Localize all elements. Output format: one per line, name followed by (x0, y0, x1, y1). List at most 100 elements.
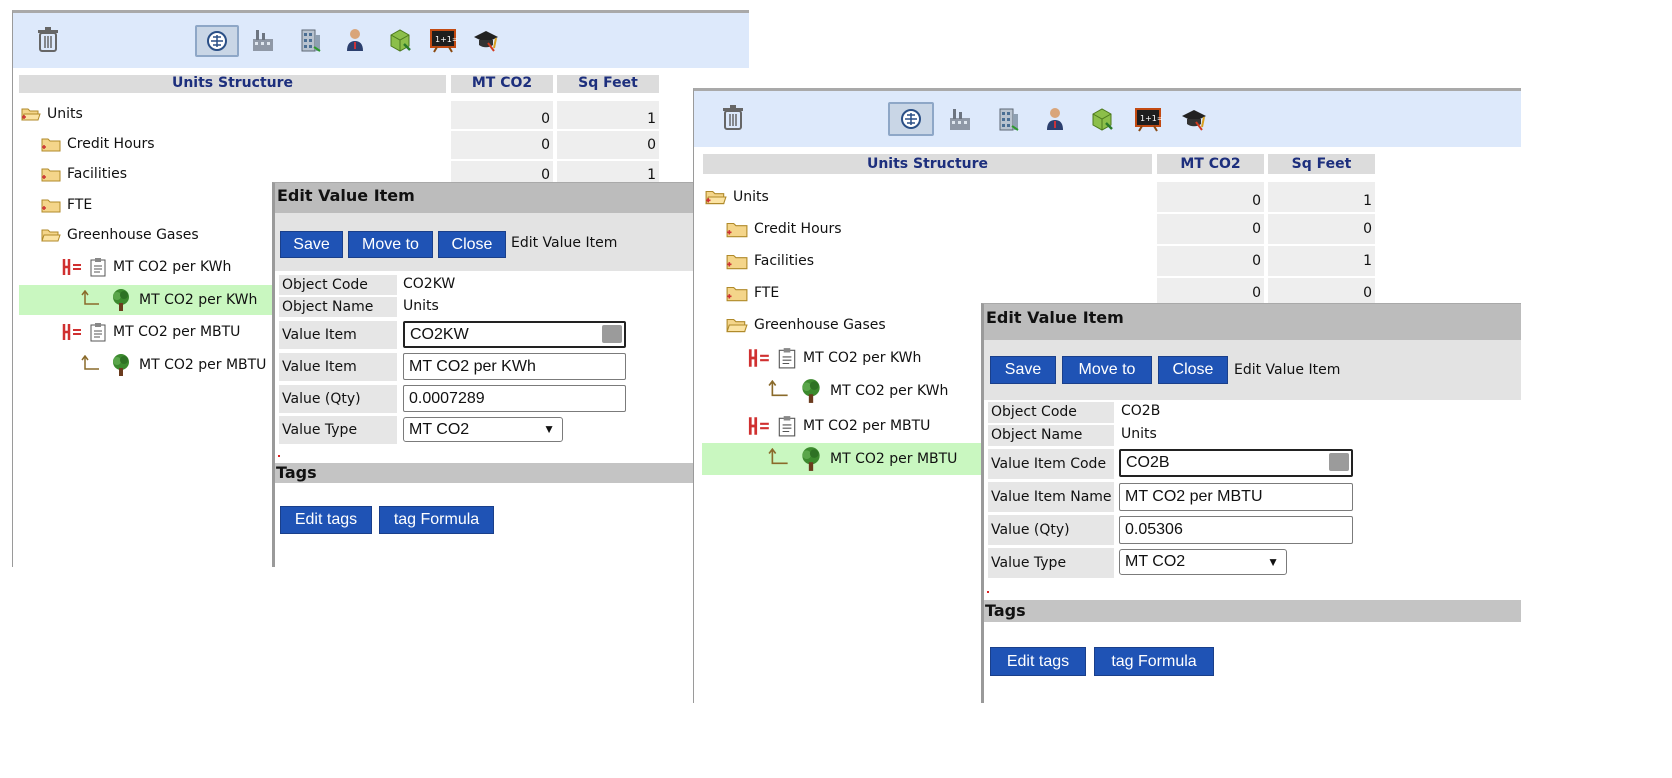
save-button[interactable]: Save (990, 356, 1056, 384)
clipboard-icon (90, 258, 106, 277)
tree-node-fte[interactable]: FTE (726, 281, 779, 305)
tree-node-units[interactable]: Units (705, 185, 769, 209)
tag-formula-button[interactable]: tag Formula (379, 506, 494, 534)
close-button[interactable]: Close (438, 231, 506, 258)
value-item-code-input[interactable]: CO2KW (403, 321, 626, 348)
box-icon[interactable] (385, 25, 415, 55)
tree-icon (113, 289, 129, 311)
tree-node-fte[interactable]: FTE (41, 194, 92, 216)
object-name-label: Object Name (279, 297, 397, 317)
edit-tags-button[interactable]: Edit tags (990, 647, 1086, 676)
column-header-mt-co2: MT CO2 (451, 75, 553, 93)
tree-node-facilities[interactable]: Facilities (726, 249, 814, 273)
cell-credit-hours-mt-co2: 0 (451, 131, 553, 159)
tree-label: Credit Hours (754, 221, 842, 237)
dialog-mode-label: Edit Value Item (1234, 362, 1341, 378)
building-icon[interactable] (993, 104, 1023, 134)
value-item-name-input[interactable]: MT CO2 per KWh (403, 353, 626, 380)
code-picker-icon[interactable] (602, 325, 622, 343)
tree-node-mt-co2-per-kwh[interactable]: MT CO2 per KWh (61, 255, 231, 279)
tree-node-facilities[interactable]: Facilities (41, 163, 127, 185)
factory-icon[interactable] (248, 25, 278, 55)
blackboard-icon[interactable]: 1+1=2 (1133, 104, 1163, 134)
column-header-mt-co2: MT CO2 (1157, 154, 1264, 174)
tree-icon (802, 447, 820, 471)
factory-icon[interactable] (945, 104, 975, 134)
move-to-button[interactable]: Move to (348, 231, 433, 258)
box-icon[interactable] (1087, 104, 1117, 134)
value-qty-label: Value (Qty) (988, 515, 1114, 545)
edit-tags-button[interactable]: Edit tags (280, 506, 372, 534)
graduation-cap-icon[interactable] (1179, 104, 1209, 134)
tree-node-mt-co2-per-mbtu-item-selected[interactable]: MT CO2 per MBTU (702, 443, 984, 475)
value-item-code-input[interactable]: CO2B (1119, 449, 1353, 477)
folder-open-icon (705, 190, 727, 205)
child-connector-icon (768, 448, 788, 465)
person-icon[interactable] (340, 25, 370, 55)
cell-units-sq-feet: 1 (1268, 182, 1375, 212)
value-item-code-label: Value Item Code (279, 321, 397, 371)
value-item-name-input[interactable]: MT CO2 per MBTU (1119, 483, 1353, 511)
edit-value-item-dialog: Edit Value Item Save Move to Close Edit … (272, 182, 749, 567)
tree-label: MT CO2 per MBTU (830, 451, 958, 467)
tree-node-mt-co2-per-mbtu-item[interactable]: MT CO2 per MBTU (81, 351, 266, 379)
value-item-code-text: CO2B (1126, 454, 1170, 471)
dialog-title: Edit Value Item (275, 183, 749, 213)
value-qty-input[interactable]: 0.0007289 (403, 385, 626, 412)
tree-node-mt-co2-per-mbtu[interactable]: MT CO2 per MBTU (61, 320, 240, 344)
value-type-select[interactable]: MT CO2 ▼ (403, 417, 563, 442)
svg-text:1+1=2: 1+1=2 (435, 35, 457, 44)
folder-icon (41, 199, 61, 213)
graduation-cap-icon[interactable] (471, 25, 501, 55)
child-connector-icon (81, 355, 99, 370)
tag-formula-button[interactable]: tag Formula (1094, 647, 1214, 676)
tree-view-icon[interactable] (195, 25, 239, 57)
cell-credit-hours-sq-feet: 0 (1268, 214, 1375, 244)
tree-node-mt-co2-per-kwh-item[interactable]: MT CO2 per KWh (768, 377, 948, 405)
hierarchy-icon (748, 417, 769, 435)
value-qty-input[interactable]: 0.05306 (1119, 516, 1353, 544)
move-to-button[interactable]: Move to (1062, 356, 1152, 384)
tree-label: MT CO2 per KWh (139, 292, 258, 308)
tree-label: Facilities (754, 253, 814, 269)
code-picker-icon[interactable] (1329, 453, 1349, 471)
tree-node-credit-hours[interactable]: Credit Hours (41, 133, 155, 155)
building-icon[interactable] (295, 25, 325, 55)
cell-units-mt-co2: 0 (451, 101, 553, 129)
tree-label: Credit Hours (67, 136, 155, 152)
tree-label: Units (47, 106, 83, 122)
dialog-title: Edit Value Item (984, 304, 1521, 340)
close-button[interactable]: Close (1158, 356, 1228, 384)
trash-icon[interactable] (718, 103, 748, 133)
folder-open-icon (41, 229, 61, 242)
tree-node-mt-co2-per-kwh[interactable]: MT CO2 per KWh (747, 345, 921, 371)
object-name-value: Units (1121, 426, 1157, 442)
tree-node-mt-co2-per-mbtu[interactable]: MT CO2 per MBTU (747, 413, 930, 439)
tree-label: MT CO2 per KWh (803, 350, 922, 366)
clipboard-icon (90, 323, 106, 342)
save-button[interactable]: Save (280, 231, 343, 258)
value-type-select[interactable]: MT CO2 ▼ (1119, 549, 1287, 575)
chevron-down-icon: ▼ (543, 422, 555, 436)
tree-node-credit-hours[interactable]: Credit Hours (726, 217, 842, 241)
cell-credit-hours-mt-co2: 0 (1157, 214, 1264, 244)
folder-icon (726, 222, 748, 238)
tree-node-greenhouse-gases[interactable]: Greenhouse Gases (726, 313, 886, 337)
tree-view-icon[interactable] (888, 102, 934, 136)
tree-icon (802, 379, 820, 403)
toolbar: 1+1=2 (13, 13, 749, 68)
value-item-name-label: Value Item Name (988, 482, 1114, 512)
column-header-sq-feet: Sq Feet (557, 75, 659, 93)
tree-label: FTE (67, 197, 93, 213)
tree-node-greenhouse-gases[interactable]: Greenhouse Gases (41, 224, 199, 246)
trash-icon[interactable] (33, 25, 63, 55)
marker-dot (987, 591, 989, 593)
right-panel: 1+1=2 Units Structure MT CO2 Sq Feet Uni… (693, 88, 1521, 703)
blackboard-icon[interactable]: 1+1=2 (428, 25, 458, 55)
cell-fte-mt-co2: 0 (1157, 278, 1264, 303)
person-icon[interactable] (1040, 104, 1070, 134)
value-type-selected: MT CO2 (1125, 553, 1186, 570)
tree-node-units[interactable]: Units (21, 103, 83, 125)
tree-node-mt-co2-per-kwh-item-selected[interactable]: MT CO2 per KWh (19, 285, 276, 315)
folder-open-icon (21, 108, 41, 121)
